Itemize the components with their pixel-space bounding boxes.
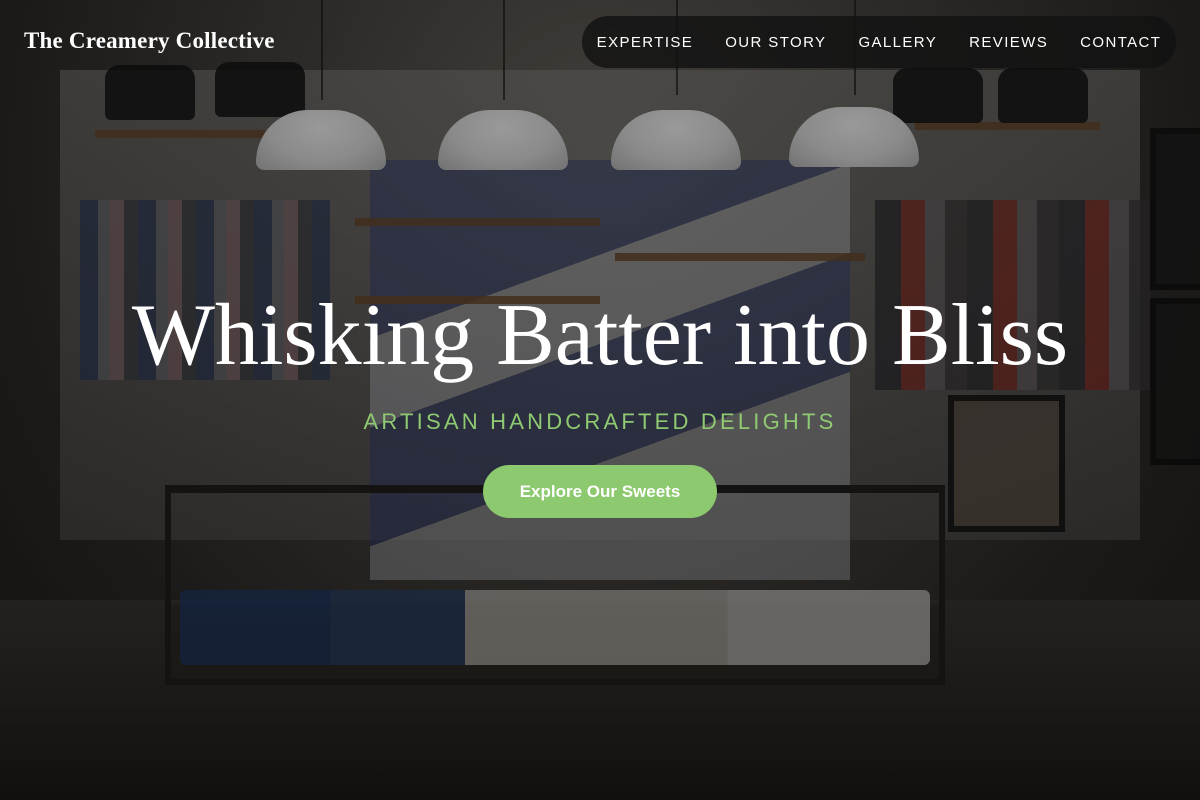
main-nav: EXPERTISE OUR STORY GALLERY REVIEWS CONT…	[582, 16, 1176, 68]
nav-item-gallery[interactable]: GALLERY	[842, 34, 953, 51]
dark-overlay	[0, 0, 1200, 800]
hero-tagline: ARTISAN HANDCRAFTED DELIGHTS	[363, 409, 837, 434]
brand-logo[interactable]: The Creamery Collective	[24, 28, 275, 54]
nav-item-expertise[interactable]: EXPERTISE	[581, 34, 710, 51]
nav-item-contact[interactable]: CONTACT	[1064, 34, 1177, 51]
hero-section: The Creamery Collective EXPERTISE OUR ST…	[0, 0, 1200, 800]
explore-sweets-button[interactable]: Explore Our Sweets	[483, 465, 717, 518]
nav-item-reviews[interactable]: REVIEWS	[953, 34, 1064, 51]
hero-headline: Whisking Batter into Bliss	[131, 287, 1069, 384]
nav-item-our-story[interactable]: OUR STORY	[709, 34, 842, 51]
